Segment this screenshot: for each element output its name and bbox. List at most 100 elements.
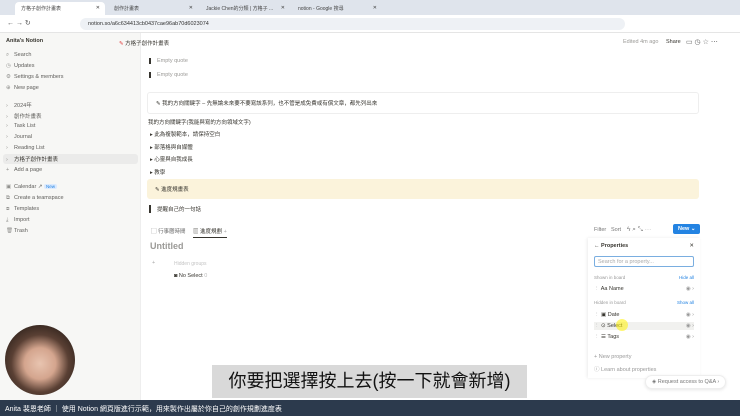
toggle-item[interactable]: ▸ 此為複製範本，請保持空白: [150, 130, 220, 138]
eye-icon[interactable]: ◉ ›: [686, 334, 694, 340]
toggle-item[interactable]: ▸ 教學: [150, 168, 165, 176]
sidebar-item-trash[interactable]: 🗑Trash: [6, 228, 28, 234]
add-page-button[interactable]: + Add a page: [6, 167, 42, 173]
back-icon[interactable]: ←: [594, 243, 601, 249]
browser-tab[interactable]: 方格子創作計畫表 ✕: [15, 2, 105, 15]
sort-button[interactable]: Sort: [611, 227, 621, 233]
sidebar-page[interactable]: › Reading List: [6, 145, 45, 151]
sidebar-item-templates[interactable]: ⧈ Templates: [6, 206, 39, 213]
board-title[interactable]: Untitled: [150, 241, 184, 251]
label: 2024年: [14, 103, 32, 109]
label: New property: [598, 354, 632, 360]
plus-icon: +: [6, 167, 10, 173]
label: 行事曆時間: [158, 229, 186, 235]
property-row[interactable]: ⋮ ▣ Date ◉ ›: [594, 312, 694, 318]
toggle-item[interactable]: ▸ 心靈與自我成長: [150, 155, 193, 163]
section-label: Shown in board Hide all: [594, 275, 694, 280]
sidebar-item-teamspace[interactable]: ⧉ Create a teamspace: [6, 195, 64, 202]
label: 創作計畫表: [14, 114, 42, 120]
sidebar-item-new-page[interactable]: ⊕ New page: [6, 85, 39, 91]
drag-handle-icon[interactable]: ⋮: [594, 323, 601, 329]
close-icon[interactable]: ✕: [689, 243, 694, 249]
label: 心靈與自我成長: [154, 157, 193, 163]
property-row[interactable]: ⋮ Aa Name ◉ ›: [594, 286, 694, 292]
breadcrumb[interactable]: ✎ 方格子創作計畫表: [119, 39, 169, 47]
group-count: 0: [204, 273, 208, 279]
calendar-icon: ▣: [6, 184, 12, 190]
trash-icon: 🗑: [6, 228, 13, 234]
url-input[interactable]: notion.so/a6c634413cb0437cae96ab70d60230…: [80, 18, 625, 30]
label: 方格子創作計畫表: [14, 157, 59, 163]
show-all-button[interactable]: Show all: [677, 300, 694, 305]
empty-quote[interactable]: Empty quote: [149, 72, 188, 78]
close-icon[interactable]: ✕: [189, 5, 193, 11]
label: Request access to Q&A: [657, 379, 716, 385]
label: Name: [609, 286, 624, 292]
workspace-switcher[interactable]: Anita's Notion: [6, 38, 43, 44]
hide-all-button[interactable]: Hide all: [679, 275, 694, 280]
sidebar-item-search[interactable]: ⌕ Search: [6, 52, 31, 59]
close-icon[interactable]: ✕: [281, 5, 285, 11]
callout-progress[interactable]: ✎ 進度規畫表: [147, 179, 699, 199]
eye-icon[interactable]: ◉ ›: [686, 323, 694, 329]
sidebar-page[interactable]: › Journal: [6, 134, 32, 140]
new-property-button[interactable]: + New property: [594, 354, 694, 360]
label: 部落格與自媒體: [154, 145, 193, 151]
new-button[interactable]: New ⌄: [673, 224, 701, 234]
label: Reading List: [14, 145, 45, 151]
toggle-item[interactable]: ▸ 部落格與自媒體: [150, 143, 193, 151]
panel-title: Properties: [601, 243, 629, 249]
board-icon: ▥: [193, 229, 201, 235]
search-icon[interactable]: ϟ ⌕ ⤡ ⋯: [627, 226, 651, 234]
callout-text: 我的方向關鍵字 – 先無論未來要不要寫該系列，也不管是成免費或有償文章，都先列出…: [162, 101, 378, 107]
callout-keywords[interactable]: ✎ 我的方向關鍵字 – 先無論未來要不要寫該系列，也不管是成免費或有償文章，都先…: [147, 92, 699, 114]
drag-handle-icon[interactable]: ⋮: [594, 312, 601, 318]
drag-handle-icon[interactable]: ⋮: [594, 334, 601, 340]
sidebar-item-settings[interactable]: ⚙ Settings & members: [6, 74, 64, 80]
close-icon[interactable]: ✕: [373, 5, 377, 11]
close-icon[interactable]: ✕: [96, 5, 100, 11]
label: Add a page: [14, 167, 43, 173]
add-group-icon[interactable]: +: [152, 260, 155, 266]
learn-link[interactable]: ⓘ Learn about properties: [594, 365, 694, 373]
eye-icon[interactable]: ◉ ›: [686, 312, 694, 318]
label: New page: [14, 85, 39, 91]
add-view-icon[interactable]: +: [224, 229, 227, 235]
sidebar-item-import[interactable]: ⤓ Import: [6, 217, 30, 224]
sidebar-page-active[interactable]: › 方格子創作計畫表: [3, 154, 138, 164]
quote-block[interactable]: 提醒自己的一句話: [149, 205, 201, 213]
property-row[interactable]: ⋮ ⊙ Select ◉ ›: [594, 319, 694, 331]
view-tab-active[interactable]: ▥ 進度規劃 +: [193, 227, 227, 238]
clock-icon: ◷: [6, 63, 11, 69]
comments-icon[interactable]: ▭ ◷ ☆ ⋯: [686, 38, 718, 46]
keyword-text[interactable]: 我的方向關鍵字(我能與寫的方向領域文字): [148, 118, 251, 126]
tab-label: 創作計畫表: [114, 6, 140, 12]
share-button[interactable]: Share: [666, 39, 681, 45]
plus-circle-icon: ⊕: [6, 85, 11, 91]
drag-handle-icon[interactable]: ⋮: [594, 286, 601, 292]
calendar-icon: ▢: [151, 229, 159, 235]
filter-button[interactable]: Filter: [594, 227, 606, 233]
view-tab[interactable]: ▢ 行事曆時間: [151, 227, 186, 235]
chevron-right-icon: ›: [6, 157, 8, 163]
gear-icon: ⚙: [6, 74, 11, 80]
property-row[interactable]: ⋮ ☰ Tags ◉ ›: [594, 334, 694, 340]
browser-tab[interactable]: 創作計畫表 ✕: [108, 2, 198, 15]
sidebar-page[interactable]: › Task List: [6, 123, 35, 129]
browser-tab[interactable]: Jackie Chen的分類 | 方格子 ... ✕: [200, 2, 290, 15]
request-qa-button[interactable]: ◈ Request access to Q&A ›: [645, 375, 727, 389]
hidden-groups[interactable]: Hidden groups: [174, 261, 207, 267]
video-subtitle: 你要把選擇按上去(按一下就會新增): [212, 365, 527, 398]
property-search-input[interactable]: Search for a property...: [594, 256, 694, 267]
sidebar-item-updates[interactable]: ◷ Updates: [6, 63, 35, 69]
back-icon[interactable]: ← → ↻: [7, 19, 31, 27]
sidebar-page[interactable]: › 創作計畫表: [6, 112, 42, 120]
browser-tab[interactable]: notion - Google 搜尋 ✕: [292, 2, 382, 15]
browser-tab-bar: 方格子創作計畫表 ✕ 創作計畫表 ✕ Jackie Chen的分類 | 方格子 ..…: [0, 0, 740, 15]
eye-icon[interactable]: ◉ ›: [686, 286, 694, 292]
group-no-select[interactable]: ◙ No Select 0: [174, 273, 207, 279]
section-label: Hidden in board Show all: [594, 300, 694, 305]
sidebar-page[interactable]: › 2024年: [6, 101, 32, 109]
empty-quote[interactable]: Empty quote: [149, 58, 188, 64]
sidebar-item-calendar[interactable]: ▣ Calendar ↗ New: [6, 184, 58, 190]
